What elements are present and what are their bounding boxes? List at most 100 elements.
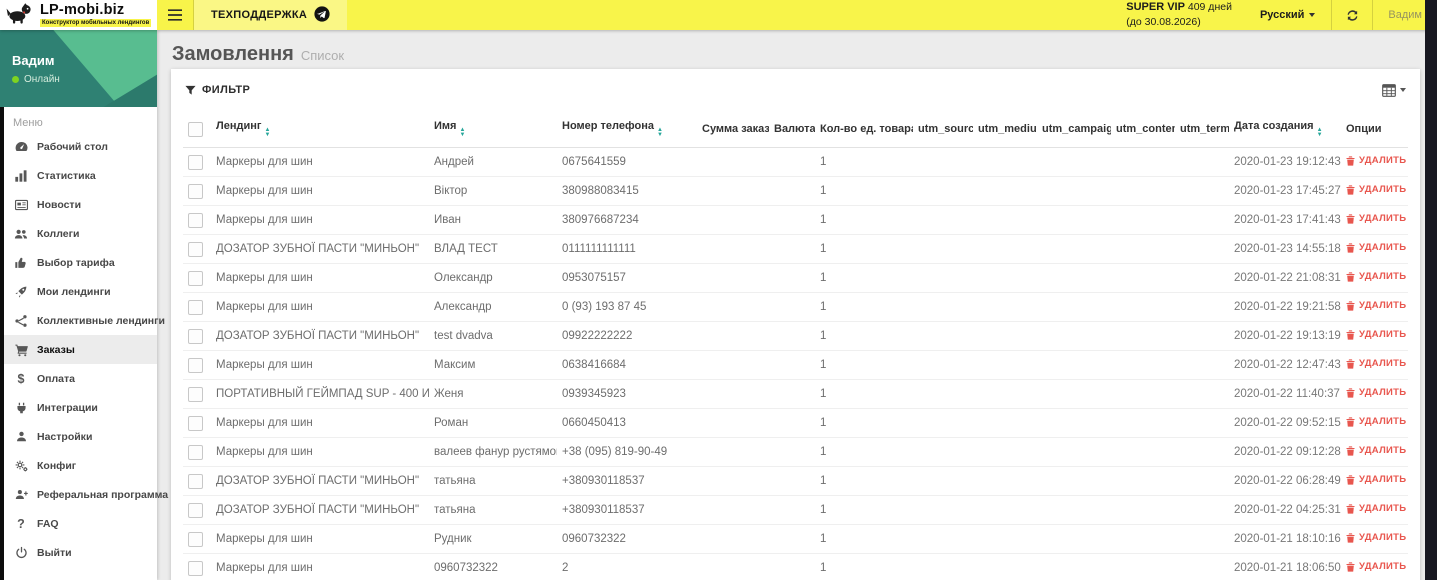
sidebar-item-plug[interactable]: Интеграции [0, 393, 157, 422]
row-checkbox[interactable] [188, 270, 203, 286]
columns-toggle-button[interactable] [1382, 83, 1406, 97]
sidebar-item-users[interactable]: Коллеги [0, 219, 157, 248]
delete-button[interactable]: УДАЛИТЬ [1346, 532, 1406, 543]
delete-button[interactable]: УДАЛИТЬ [1346, 300, 1406, 311]
cell-landing: Маркеры для шин [211, 553, 429, 580]
cell-landing: Маркеры для шин [211, 176, 429, 206]
cell-utm-content [1111, 408, 1175, 438]
sidebar-item-label: Коллеги [37, 227, 80, 240]
question-icon: ? [17, 516, 25, 531]
column-header[interactable]: Номер телефона ▲ ▼ [557, 111, 697, 148]
cell-utm-campaign [1037, 437, 1111, 467]
row-checkbox[interactable] [188, 473, 203, 489]
cell-created-date: 2020-01-21 18:10:16 [1229, 524, 1341, 554]
delete-button[interactable]: УДАЛИТЬ [1346, 474, 1406, 485]
row-checkbox[interactable] [188, 502, 203, 518]
scrollbar[interactable] [1425, 0, 1437, 580]
sidebar-item-gears[interactable]: Конфиг [0, 451, 157, 480]
delete-label: УДАЛИТЬ [1359, 503, 1407, 515]
checkbox-cell [183, 263, 211, 293]
sidebar-item-thumb-up[interactable]: Выбор тарифа [0, 248, 157, 277]
delete-button[interactable]: УДАЛИТЬ [1346, 416, 1406, 427]
cell-landing: ДОЗАТОР ЗУБНОЇ ПАСТИ "МИНЬОН" [211, 466, 429, 496]
sidebar-item-label: Новости [37, 198, 82, 211]
sort-icon[interactable]: ▲ ▼ [1317, 127, 1323, 138]
delete-label: УДАЛИТЬ [1359, 416, 1407, 428]
filter-button[interactable]: ФИЛЬТР [185, 84, 250, 96]
cell-utm-campaign [1037, 524, 1111, 554]
sort-icon[interactable]: ▲ ▼ [657, 127, 663, 138]
cell-name: татьяна [429, 495, 557, 525]
delete-button[interactable]: УДАЛИТЬ [1346, 155, 1406, 166]
delete-button[interactable]: УДАЛИТЬ [1346, 358, 1406, 369]
main-content: Замовлення Список ФИЛЬТР Лендинг ▲ ▼ Имя… [157, 30, 1425, 580]
trash-icon [1346, 446, 1355, 456]
sort-icon[interactable]: ▲ ▼ [459, 127, 465, 138]
cell-created-date: 2020-01-22 06:28:49 [1229, 466, 1341, 496]
topbar-yellow: ТЕХПОДДЕРЖКА SUPER VIP 409 дней (до 30.0… [157, 0, 1437, 30]
select-all-checkbox[interactable] [188, 121, 203, 137]
column-header[interactable]: Дата создания ▲ ▼ [1229, 111, 1341, 148]
cell-name: валеев фанур рустямович [429, 437, 557, 467]
delete-button[interactable]: УДАЛИТЬ [1346, 445, 1406, 456]
column-header: utm_term [1175, 111, 1229, 148]
cell-name: Віктор [429, 176, 557, 206]
sidebar-item-power[interactable]: Выйти [0, 538, 157, 567]
column-header[interactable]: Лендинг ▲ ▼ [211, 111, 429, 148]
cell-options: УДАЛИТЬ [1341, 234, 1408, 264]
tech-support-button[interactable]: ТЕХПОДДЕРЖКА [194, 0, 348, 30]
cell-phone: 380988083415 [557, 176, 697, 206]
row-checkbox[interactable] [188, 560, 203, 576]
row-checkbox[interactable] [188, 183, 203, 199]
row-checkbox[interactable] [188, 241, 203, 257]
row-checkbox[interactable] [188, 531, 203, 547]
sidebar-menu: Рабочий стол Статистика Новости Коллеги … [0, 132, 168, 567]
sidebar-item-news[interactable]: Новости [0, 190, 157, 219]
delete-button[interactable]: УДАЛИТЬ [1346, 242, 1406, 253]
sort-icon[interactable]: ▲ ▼ [264, 127, 270, 138]
delete-button[interactable]: УДАЛИТЬ [1346, 329, 1406, 340]
sidebar-item-share[interactable]: Коллективные лендинги [0, 306, 165, 335]
sidebar-item-cart[interactable]: Заказы [0, 335, 157, 364]
row-checkbox[interactable] [188, 299, 203, 315]
cell-currency [769, 147, 815, 177]
delete-label: УДАЛИТЬ [1359, 474, 1407, 486]
row-checkbox[interactable] [188, 357, 203, 373]
column-header-label: Валюта [774, 123, 815, 135]
delete-button[interactable]: УДАЛИТЬ [1346, 184, 1406, 195]
delete-button[interactable]: УДАЛИТЬ [1346, 561, 1406, 572]
row-checkbox[interactable] [188, 212, 203, 228]
language-selector[interactable]: Русский [1244, 0, 1331, 30]
row-checkbox[interactable] [188, 415, 203, 431]
sidebar-item-label: Настройки [37, 430, 93, 443]
row-checkbox[interactable] [188, 444, 203, 460]
cell-utm-term [1175, 524, 1229, 554]
table-row: Маркеры для шин 0960732322 2 1 2020-01-2… [183, 553, 1408, 580]
cell-quantity: 1 [815, 553, 913, 580]
hamburger-menu-icon[interactable] [157, 0, 193, 30]
cell-currency [769, 437, 815, 467]
delete-button[interactable]: УДАЛИТЬ [1346, 213, 1406, 224]
sidebar-item-question[interactable]: ? FAQ [0, 509, 157, 538]
logo-tagline: Конструктор мобильных лендингов [40, 19, 152, 28]
row-checkbox[interactable] [188, 328, 203, 344]
sidebar-item-bar-chart[interactable]: Статистика [0, 161, 157, 190]
cell-utm-content [1111, 350, 1175, 380]
sidebar-item-dashboard[interactable]: Рабочий стол [0, 132, 157, 161]
cell-utm-campaign [1037, 379, 1111, 409]
delete-button[interactable]: УДАЛИТЬ [1346, 503, 1406, 514]
column-header: utm_content [1111, 111, 1175, 148]
row-checkbox[interactable] [188, 154, 203, 170]
sidebar-item-rocket[interactable]: Мои лендинги [0, 277, 157, 306]
refresh-button[interactable] [1332, 0, 1372, 30]
row-checkbox[interactable] [188, 386, 203, 402]
trash-icon [1346, 330, 1355, 340]
sidebar-item-person[interactable]: Настройки [0, 422, 157, 451]
delete-button[interactable]: УДАЛИТЬ [1346, 387, 1406, 398]
sidebar-item-person-plus[interactable]: Реферальная программа [0, 480, 168, 509]
app-logo[interactable]: LP-mobi.biz Конструктор мобильных лендин… [0, 0, 157, 30]
cell-utm-content [1111, 524, 1175, 554]
column-header[interactable]: Имя ▲ ▼ [429, 111, 557, 148]
delete-button[interactable]: УДАЛИТЬ [1346, 271, 1406, 282]
sidebar-item-dollar[interactable]: $ Оплата [0, 364, 157, 393]
